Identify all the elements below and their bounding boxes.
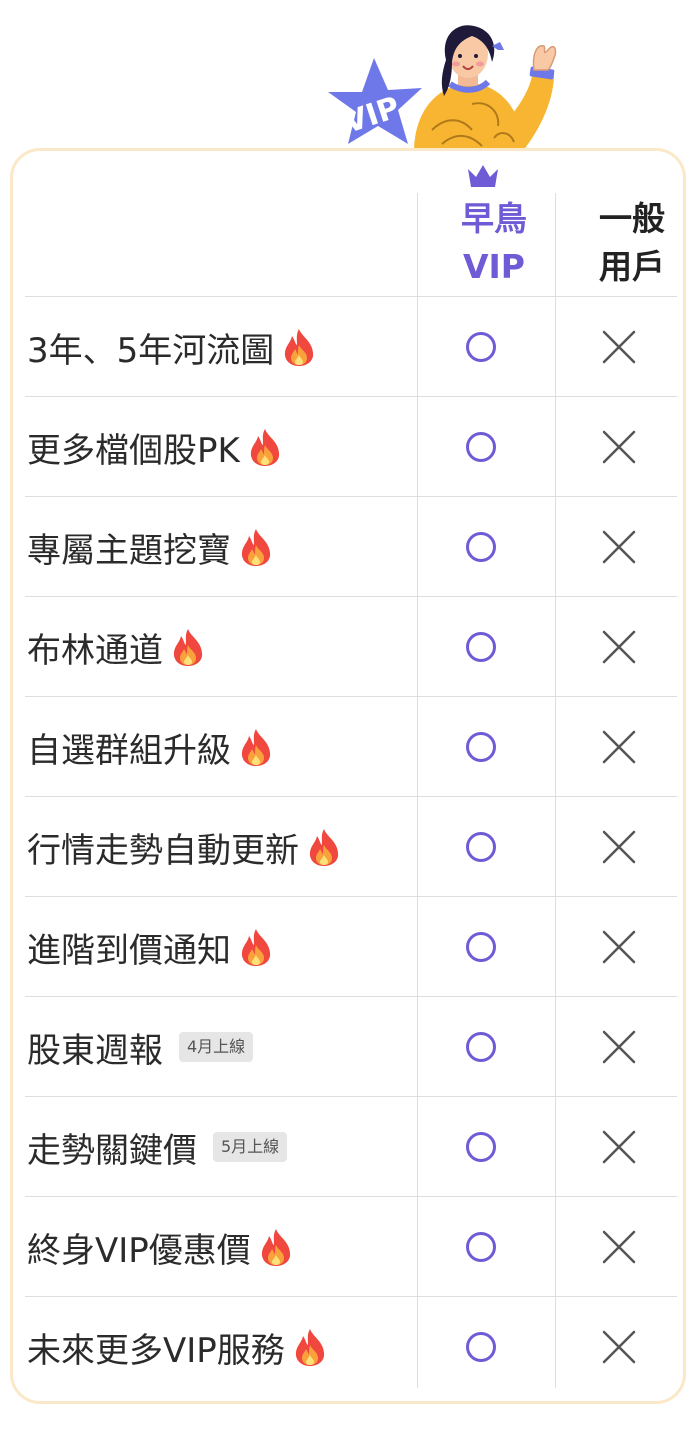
cross-icon (602, 1030, 636, 1064)
table-row: 進階到價通知 (25, 897, 677, 997)
vip-star-icon: VIP (328, 58, 422, 144)
cross-icon (602, 730, 636, 764)
table-row: 專屬主題挖寶 (25, 497, 677, 597)
feature-cell: 終身VIP優惠價 (27, 1197, 295, 1297)
circle-check-icon (466, 1132, 496, 1162)
feature-label: 更多檔個股PK (27, 430, 240, 471)
feature-label: 專屬主題挖寶 (27, 530, 231, 571)
cross-icon (602, 630, 636, 664)
table-row: 布林通道 (25, 597, 677, 697)
feature-label: 進階到價通知 (27, 930, 231, 971)
table-row: 自選群組升級 (25, 697, 677, 797)
feature-label: 股東週報 (27, 1030, 163, 1071)
feature-label: 布林通道 (27, 630, 163, 671)
table-row: 走勢關鍵價 5月上線 (25, 1097, 677, 1197)
vip-header-line2: VIP (462, 247, 525, 286)
vip-header-line1: 早鳥 (461, 199, 527, 238)
feature-label: 行情走勢自動更新 (27, 830, 299, 871)
fire-icon (285, 329, 314, 366)
circle-check-icon (466, 632, 496, 662)
feature-cell: 自選群組升級 (27, 697, 275, 797)
circle-check-icon (466, 1332, 496, 1362)
table-row: 3年、5年河流圖 (25, 297, 677, 397)
cross-icon (602, 830, 636, 864)
cross-icon (602, 430, 636, 464)
circle-check-icon (466, 432, 496, 462)
feature-cell: 行情走勢自動更新 (27, 797, 343, 897)
cross-icon (602, 1130, 636, 1164)
feature-cell: 專屬主題挖寶 (27, 497, 275, 597)
circle-check-icon (466, 1232, 496, 1262)
comparison-card: 早鳥 VIP 一般 用戶 3年、5年河流圖 更多檔個股PK 專屬主題挖寶 布林通道自選… (10, 148, 686, 1404)
feature-cell: 布林通道 (27, 597, 207, 697)
feature-cell: 股東週報 4月上線 (27, 997, 254, 1097)
cross-icon (602, 1230, 636, 1264)
table-row: 更多檔個股PK (25, 397, 677, 497)
cross-icon (602, 530, 636, 564)
table-header: 早鳥 VIP 一般 用戶 (25, 151, 677, 297)
circle-check-icon (466, 532, 496, 562)
table-row: 未來更多VIP服務 (25, 1297, 677, 1397)
feature-cell: 3年、5年河流圖 (27, 297, 318, 397)
fire-icon (309, 829, 339, 866)
feature-label: 3年、5年河流圖 (27, 330, 275, 371)
fire-icon (241, 529, 271, 566)
circle-check-icon (466, 932, 496, 962)
vip-mascot-illustration: VIP (328, 25, 557, 152)
vip-comparison-page: VIP 早鳥 VIP 一般 用戶 3年、5年河流圖 更多檔個股PK 專屬主題挖寶… (0, 0, 700, 1432)
launch-date-badge: 4月上線 (179, 1032, 254, 1062)
feature-rows: 3年、5年河流圖 更多檔個股PK 專屬主題挖寶 布林通道自選群組升級行情走勢自動更新進… (25, 297, 677, 1397)
circle-check-icon (466, 332, 496, 362)
vip-column-header: 早鳥 VIP (425, 195, 563, 291)
feature-label: 終身VIP優惠價 (27, 1230, 251, 1271)
feature-cell: 走勢關鍵價 5月上線 (27, 1097, 288, 1197)
fire-icon (295, 1329, 324, 1366)
launch-date-badge: 5月上線 (213, 1132, 288, 1162)
feature-label: 自選群組升級 (27, 730, 231, 771)
fire-icon (250, 429, 279, 466)
cross-icon (602, 330, 636, 364)
feature-cell: 未來更多VIP服務 (27, 1297, 329, 1397)
normal-header-line1: 一般 (599, 199, 665, 238)
table-row: 終身VIP優惠價 (25, 1197, 677, 1297)
normal-column-header: 一般 用戶 (563, 195, 683, 291)
circle-check-icon (466, 1032, 496, 1062)
table-row: 股東週報 4月上線 (25, 997, 677, 1097)
table-row: 行情走勢自動更新 (25, 797, 677, 897)
feature-label: 未來更多VIP服務 (27, 1330, 285, 1371)
circle-check-icon (466, 732, 496, 762)
circle-check-icon (466, 832, 496, 862)
crown-icon (468, 165, 498, 187)
fire-icon (241, 729, 271, 766)
feature-cell: 進階到價通知 (27, 897, 275, 997)
feature-label: 走勢關鍵價 (27, 1130, 197, 1171)
fire-icon (241, 929, 271, 966)
fire-icon (173, 629, 203, 666)
cross-icon (602, 1330, 636, 1364)
fire-icon (261, 1229, 290, 1266)
feature-cell: 更多檔個股PK (27, 397, 284, 497)
normal-header-line2: 用戶 (599, 247, 665, 286)
cross-icon (602, 930, 636, 964)
